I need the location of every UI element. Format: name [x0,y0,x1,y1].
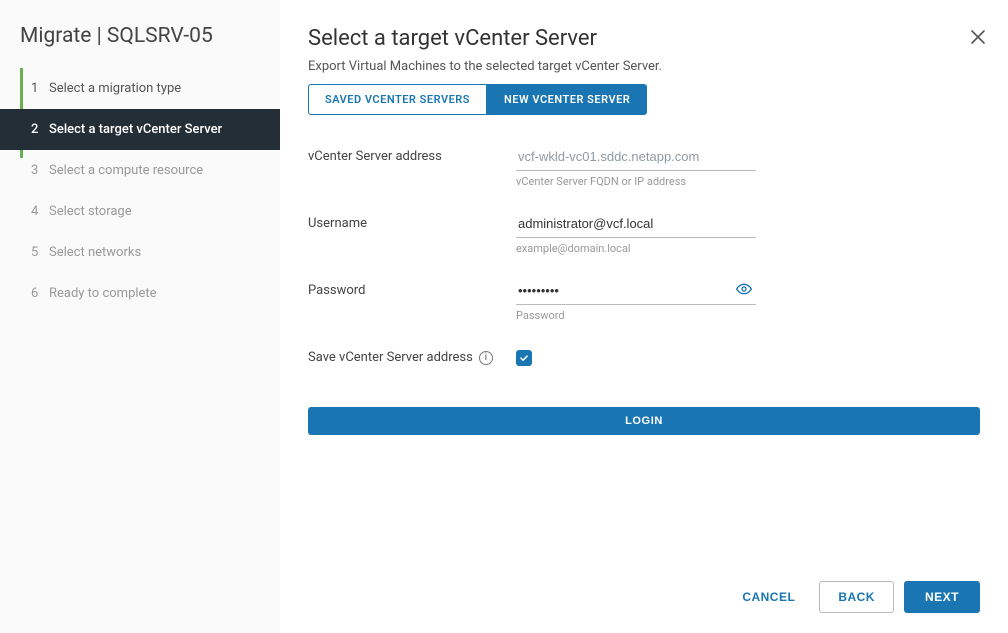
vcenter-address-label: vCenter Server address [308,143,516,164]
step-2[interactable]: 2 Select a target vCenter Server [0,109,280,150]
username-label: Username [308,210,516,231]
username-hint: example@domain.local [516,242,756,255]
wizard-sidebar: Migrate | SQLSRV-05 1 Select a migration… [0,0,280,633]
step-1[interactable]: 1 Select a migration type [0,68,280,109]
server-mode-tabs: SAVED VCENTER SERVERS NEW VCENTER SERVER [308,84,980,115]
save-address-label-text: Save vCenter Server address [308,350,473,365]
next-button[interactable]: NEXT [904,581,980,613]
password-input[interactable] [516,277,756,305]
info-icon[interactable]: i [479,351,493,365]
login-button[interactable]: LOGIN [308,407,980,435]
step-2-label: Select a target vCenter Server [49,122,222,137]
step-3: 3 Select a compute resource [0,150,280,191]
password-label: Password [308,277,516,298]
step-3-label: Select a compute resource [49,163,203,178]
vcenter-address-input[interactable] [516,143,756,171]
step-6-number: 6 [31,286,49,301]
step-1-label: Select a migration type [49,81,181,96]
step-6-label: Ready to complete [49,286,157,301]
password-hint: Password [516,309,756,322]
tab-new-vcenter-server[interactable]: NEW VCENTER SERVER [487,84,647,115]
step-5-number: 5 [31,245,49,260]
save-address-label: Save vCenter Server address i [308,344,516,365]
sidebar-title: Migrate | SQLSRV-05 [0,0,280,68]
eye-icon[interactable] [736,281,752,301]
step-1-number: 1 [31,81,49,96]
username-input[interactable] [516,210,756,238]
step-5-label: Select networks [49,245,141,260]
vcenter-address-hint: vCenter Server FQDN or IP address [516,175,756,188]
main-panel: Select a target vCenter Server Export Vi… [280,0,1008,633]
cancel-button[interactable]: CANCEL [728,582,809,612]
save-address-checkbox[interactable] [516,350,532,366]
step-5: 5 Select networks [0,232,280,273]
wizard-steps: 1 Select a migration type 2 Select a tar… [0,68,280,314]
page-subtitle: Export Virtual Machines to the selected … [308,59,980,74]
tab-saved-vcenter-servers[interactable]: SAVED VCENTER SERVERS [308,84,487,115]
back-button[interactable]: BACK [819,581,894,613]
page-title: Select a target vCenter Server [308,26,980,51]
step-6: 6 Ready to complete [0,273,280,314]
close-icon[interactable] [970,26,986,50]
step-3-number: 3 [31,163,49,178]
step-4-label: Select storage [49,204,132,219]
step-4: 4 Select storage [0,191,280,232]
step-2-number: 2 [31,122,49,137]
step-4-number: 4 [31,204,49,219]
